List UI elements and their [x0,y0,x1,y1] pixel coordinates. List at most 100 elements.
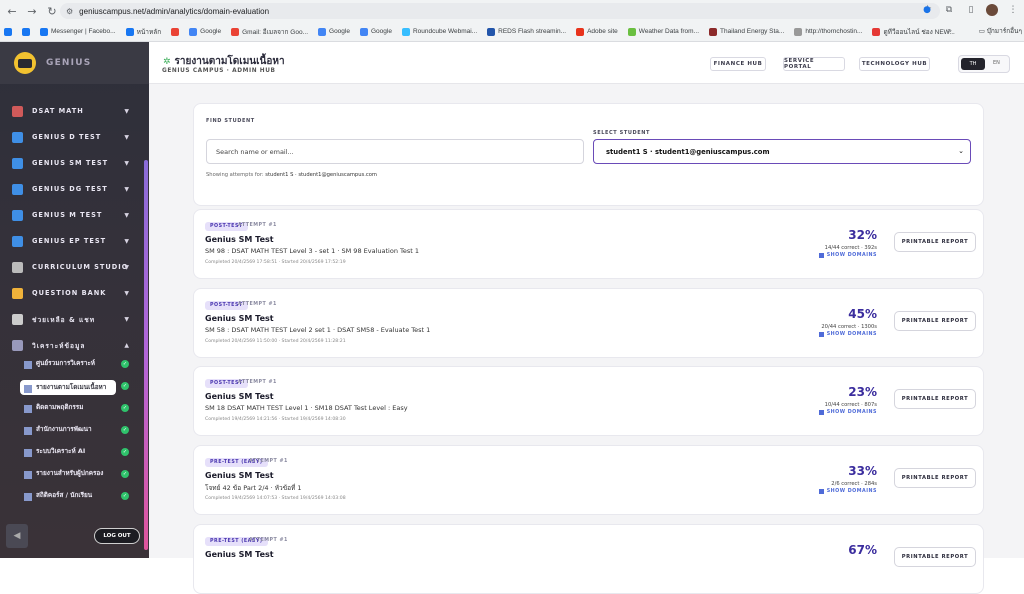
printable-report-button[interactable]: PRINTABLE REPORT [894,311,976,331]
bookmark-item[interactable]: Google [359,27,392,36]
bookmark-favicon-icon [487,27,496,36]
attempt-number: ATTEMPT #1 [238,223,277,228]
bookmark-item[interactable]: Weather Data from... [627,27,699,36]
show-domains-label: SHOW DOMAINS [826,410,877,415]
chevron-up-icon: ▲ [124,341,129,349]
nav-item-icon [12,157,23,169]
bookmark-item[interactable] [22,27,30,36]
bookmark-favicon-icon [189,27,198,36]
show-domains-link[interactable]: SHOW DOMAINS [818,332,877,337]
bookmark-item[interactable] [4,27,12,36]
language-toggle[interactable]: TH EN [958,55,1010,73]
extension-icon[interactable]: ● [920,3,934,17]
forward-icon[interactable]: → [24,3,40,19]
sidebar-subitem[interactable]: สถิติคอร์ส / นักเรียน ✓ [0,490,149,512]
address-bar[interactable]: ⚙ geniuscampus.net/admin/analytics/domai… [60,3,940,19]
student-select[interactable]: student1 S · student1@geniuscampus.com ⌄ [593,139,971,164]
sidebar-item[interactable]: GENIUS SM TEST ▼ [0,150,149,176]
nav-item-icon [12,339,23,351]
sidebar-item-label: GENIUS DG TEST [32,185,108,193]
show-domains-link[interactable]: SHOW DOMAINS [818,410,877,415]
chevron-down-icon: ▼ [124,237,129,245]
sidebar-subitem[interactable]: ศูนย์รวมการวิเคราะห์ ✓ [0,358,149,380]
sidebar-subitem[interactable]: รายงานสำหรับผู้ปกครอง ✓ [0,468,149,490]
collapse-sidebar-icon[interactable]: ◀ [6,524,28,548]
bookmark-item[interactable]: Google [318,27,350,36]
show-domains-link[interactable]: SHOW DOMAINS [818,253,877,258]
bookmark-item[interactable]: Messenger | Facebo... [40,27,116,36]
reload-icon[interactable]: ↻ [44,3,60,19]
bookmark-item[interactable]: หน้าหลัก [125,27,161,37]
sidebar-item[interactable]: วิเคราะห์ข้อมูล ▲ [0,332,149,358]
sidebar-subitem[interactable]: ติดตามพฤติกรรม ✓ [0,402,149,424]
attempt-card: PRE-TEST (EASY) ATTEMPT #1 Genius SM Test 6… [193,524,984,594]
browser-actions: ● ⧉ ▯ ⋮ [920,3,1020,17]
finance-hub-button[interactable]: FINANCE HUB [710,57,766,71]
site-info-icon[interactable]: ⚙ [66,7,73,16]
bookmark-item[interactable]: REDS Flash streamin... [487,27,566,36]
printable-report-button[interactable]: PRINTABLE REPORT [894,389,976,409]
select-student-label: SELECT STUDENT [593,130,651,136]
browser-chrome: ← → ↻ ⚙ geniuscampus.net/admin/analytics… [0,0,1024,42]
chevron-down-icon: ⌄ [958,147,964,155]
extensions-puzzle-icon[interactable]: ⧉ [942,3,956,17]
sidebar-item[interactable]: GENIUS DG TEST ▼ [0,176,149,202]
correct-count: 2/6 correct · 284s [831,481,877,487]
attempt-timestamps: Completed 19/4/2569 14:07:53 · Started 1… [205,496,346,501]
sidebar-item[interactable]: GENIUS M TEST ▼ [0,202,149,228]
sidebar-item[interactable]: ช่วยเหลือ & แชท ▼ [0,306,149,332]
bookmark-favicon-icon [22,27,30,36]
sidebar-item[interactable]: GENIUS D TEST ▼ [0,124,149,150]
bookmark-item[interactable]: Roundcube Webmai... [401,27,477,36]
bookmark-item[interactable]: ดูทีวีออนไลน์ ช่อง NEW... [872,27,955,37]
nav-item-icon [12,261,23,273]
bookmark-favicon-icon [40,27,48,36]
show-domains-link[interactable]: SHOW DOMAINS [818,489,877,494]
search-input[interactable] [206,139,584,164]
show-domains-label: SHOW DOMAINS [826,332,877,337]
bookmark-item[interactable] [171,27,180,36]
selected-student: student1 S · student1@geniuscampus.com [606,147,770,156]
sidebar-item[interactable]: GENIUS EP TEST ▼ [0,228,149,254]
back-icon[interactable]: ← [4,3,20,19]
menu-kebab-icon[interactable]: ⋮ [1006,3,1020,17]
page-title: ✲ รายงานตามโดเมนเนื้อหา [163,54,285,69]
chevron-down-icon: ▼ [124,263,129,271]
bookmark-item[interactable]: Google [189,27,221,36]
check-icon: ✓ [121,360,129,368]
sidebar-subitem[interactable]: ระบบวิเคราะห์ AI ✓ [0,446,149,468]
page-title-text: รายงานตามโดเมนเนื้อหา [174,56,285,67]
sidebar-nav: DSAT MATH ▼ GENIUS D TEST ▼ GENIUS SM TEST ▼ G… [0,98,149,512]
printable-report-button[interactable]: PRINTABLE REPORT [894,547,976,567]
check-icon: ✓ [121,404,129,412]
sidebar-item[interactable]: QUESTION BANK ▼ [0,280,149,306]
bookmark-item[interactable]: Thailand Energy Sta... [709,27,784,36]
sidebar-subitem[interactable]: รายงานตามโดเมนเนื้อหา ✓ [0,380,149,402]
other-bookmarks-folder[interactable]: ▭ บุ๊กมาร์กอื่นๆ [979,26,1022,36]
bookmarks-more-icon[interactable]: » [947,26,952,35]
lang-en-option[interactable]: EN [993,60,1000,66]
bookmark-label: Messenger | Facebo... [51,28,116,35]
sidebar-scrollbar[interactable] [144,160,148,550]
find-student-card: FIND STUDENT SELECT STUDENT student1 S ·… [193,103,984,206]
profile-avatar[interactable] [986,4,998,16]
sidepanel-icon[interactable]: ▯ [964,3,978,17]
service-portal-button[interactable]: SERVICE PORTAL [783,57,845,71]
lang-th-option[interactable]: TH [961,58,985,70]
printable-report-button[interactable]: PRINTABLE REPORT [894,232,976,252]
logout-button[interactable]: LOG OUT [94,528,140,544]
sidebar-item-label: GENIUS D TEST [32,133,102,141]
bookmark-item[interactable]: Adobe site [576,27,618,36]
sidebar-subitem[interactable]: สำนักงานการพัฒนา ✓ [0,424,149,446]
attempt-number: ATTEMPT #1 [249,538,288,543]
sidebar-item[interactable]: CURRICULUM STUDIO ▼ [0,254,149,280]
subitem-icon [24,449,32,457]
bookmark-label: Google [329,28,350,35]
nav-item-icon [12,105,23,117]
technology-hub-button[interactable]: TECHNOLOGY HUB [859,57,930,71]
brand-header[interactable]: GENIUS [0,42,149,84]
bookmark-item[interactable]: http://thornchostin... [794,27,862,36]
printable-report-button[interactable]: PRINTABLE REPORT [894,468,976,488]
sidebar-item[interactable]: DSAT MATH ▼ [0,98,149,124]
bookmark-item[interactable]: Gmail: อีเมลจาก Goo... [231,27,308,37]
